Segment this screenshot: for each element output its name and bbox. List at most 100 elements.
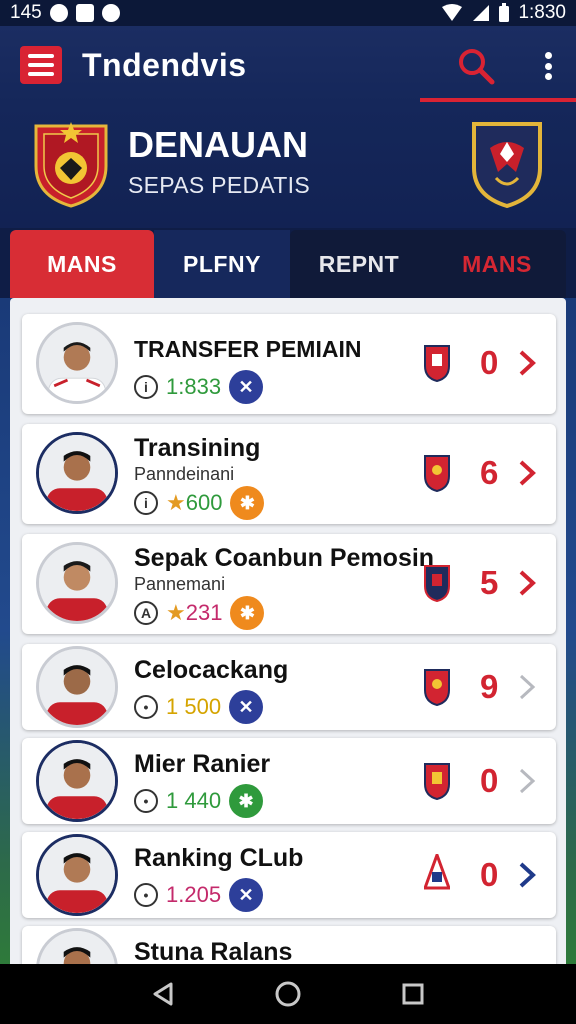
back-icon[interactable] <box>149 980 177 1008</box>
more-options-button[interactable] <box>538 48 558 84</box>
item-count: 0 <box>480 344 499 381</box>
info-icon[interactable]: i <box>134 375 158 399</box>
item-stat-value: 231 <box>185 600 223 625</box>
info-icon[interactable]: • <box>134 789 158 813</box>
chevron-right-icon[interactable] <box>518 350 536 376</box>
list-item[interactable]: Celocackang • 1 500 ✕ 9 <box>22 644 556 730</box>
item-subtitle: Pannemani <box>134 574 226 594</box>
avatar <box>36 834 118 916</box>
runner-icon: ✕ <box>229 370 264 404</box>
recents-icon[interactable] <box>399 980 427 1008</box>
app-bar: Tndendvis <box>0 26 576 104</box>
notification-icons <box>49 4 120 22</box>
runner-icon: ✕ <box>229 690 264 724</box>
item-stat-value: 1.205 <box>166 882 222 907</box>
club-shield-icon <box>424 455 450 492</box>
match-subtitle: SEPAS PEDATIS <box>128 172 310 198</box>
chevron-right-icon[interactable] <box>518 570 536 596</box>
club-shield-icon <box>424 854 450 890</box>
avatar <box>36 432 118 514</box>
item-title: Celocackang <box>134 656 289 684</box>
item-stats: • 1 440 ✱ <box>134 784 264 818</box>
item-title: Transining <box>134 434 261 462</box>
star-icon: ★ <box>166 600 186 625</box>
item-stat-value: 1 500 <box>166 694 222 719</box>
content-area: TRANSFER PEMIAIN i 1:833 ✕ 0 Transining … <box>0 298 576 964</box>
item-stats: i ★ 600 ✱ <box>134 486 265 520</box>
wifi-icon <box>442 4 463 21</box>
list-item[interactable]: Mier Ranier • 1 440 ✱ 0 <box>22 738 556 824</box>
match-title: DENAUAN <box>128 124 308 165</box>
avatar <box>36 928 118 964</box>
menu-icon-line <box>28 72 54 76</box>
match-header: DENAUAN SEPAS PEDATIS <box>0 104 576 228</box>
signal-icon <box>473 5 490 21</box>
list-item[interactable]: TRANSFER PEMIAIN i 1:833 ✕ 0 <box>22 314 556 414</box>
home-team-crest-icon[interactable] <box>32 118 110 208</box>
search-active-indicator <box>420 98 576 102</box>
avatar <box>36 740 118 822</box>
club-shield-icon <box>424 345 450 382</box>
dot <box>544 73 552 80</box>
info-icon[interactable]: • <box>134 695 158 719</box>
chevron-right-icon[interactable] <box>518 460 536 486</box>
status-left-text: 145 <box>10 2 42 23</box>
tab-bar: MANS PLFNY REPNT MANS <box>10 230 566 298</box>
item-stat-value: 1:833 <box>166 374 222 399</box>
tab-mans-secondary[interactable]: MANS <box>428 230 566 298</box>
search-icon[interactable] <box>456 46 496 86</box>
item-title: Mier Ranier <box>134 750 271 778</box>
status-time: 1:830 <box>518 2 566 23</box>
item-count: 6 <box>480 454 499 491</box>
tab-plfny[interactable]: PLFNY <box>154 230 290 298</box>
club-shield-icon <box>424 565 450 602</box>
away-team-crest-icon[interactable] <box>470 118 544 208</box>
item-count: 5 <box>480 564 499 601</box>
club-shield-icon <box>424 669 450 706</box>
item-stat-value: 600 <box>185 490 223 515</box>
avatar <box>36 322 118 404</box>
info-icon[interactable]: i <box>134 491 158 515</box>
app-notification-icon <box>49 4 68 22</box>
item-title: Stuna Ralans <box>134 938 293 964</box>
chevron-right-icon[interactable] <box>518 768 536 794</box>
menu-icon-line <box>28 54 54 58</box>
avatar <box>36 542 118 624</box>
status-bar: 145 1:830 <box>0 0 576 26</box>
tab-repnt[interactable]: REPNT <box>290 230 428 298</box>
app-title: Tndendvis <box>82 46 247 83</box>
item-stats: • 1 500 ✕ <box>134 690 264 724</box>
chevron-right-icon[interactable] <box>518 862 536 888</box>
image-notification-icon <box>75 4 94 22</box>
item-title: Ranking CLub <box>134 844 304 872</box>
club-shield-icon <box>424 763 450 800</box>
info-icon[interactable]: A <box>134 601 158 625</box>
list-item[interactable]: Sepak Coanbun Pemosin Pannemani A ★ 231 … <box>22 534 556 634</box>
list-item[interactable]: Ranking CLub • 1.205 ✕ 0 <box>22 832 556 918</box>
dot <box>544 52 552 59</box>
menu-icon-line <box>28 63 54 67</box>
battery-icon <box>499 3 510 22</box>
avatar <box>36 646 118 728</box>
chevron-right-icon[interactable] <box>518 674 536 700</box>
item-count: 0 <box>480 856 499 893</box>
item-stats: A ★ 231 ✱ <box>134 596 265 630</box>
item-count: 9 <box>480 668 499 705</box>
item-title: TRANSFER PEMIAIN <box>134 336 362 362</box>
menu-button[interactable] <box>20 46 62 84</box>
home-icon[interactable] <box>274 980 302 1008</box>
item-subtitle: Panndeinani <box>134 464 235 484</box>
info-icon[interactable]: • <box>134 883 158 907</box>
item-stats: • 1.205 ✕ <box>134 878 264 912</box>
item-stats: i 1:833 ✕ <box>134 370 264 404</box>
item-title: Sepak Coanbun Pemosin <box>134 544 435 572</box>
system-nav-bar <box>0 964 576 1024</box>
tab-mans[interactable]: MANS <box>10 230 154 298</box>
star-icon: ★ <box>166 490 186 515</box>
ball-icon: ✱ <box>229 784 264 818</box>
item-stat-value: 1 440 <box>166 788 222 813</box>
list-item[interactable]: Transining Panndeinani i ★ 600 ✱ 6 <box>22 424 556 524</box>
list-item[interactable]: Stuna Ralans <box>22 926 556 964</box>
ball-icon: ✱ <box>230 486 265 520</box>
sync-notification-icon <box>101 4 120 22</box>
